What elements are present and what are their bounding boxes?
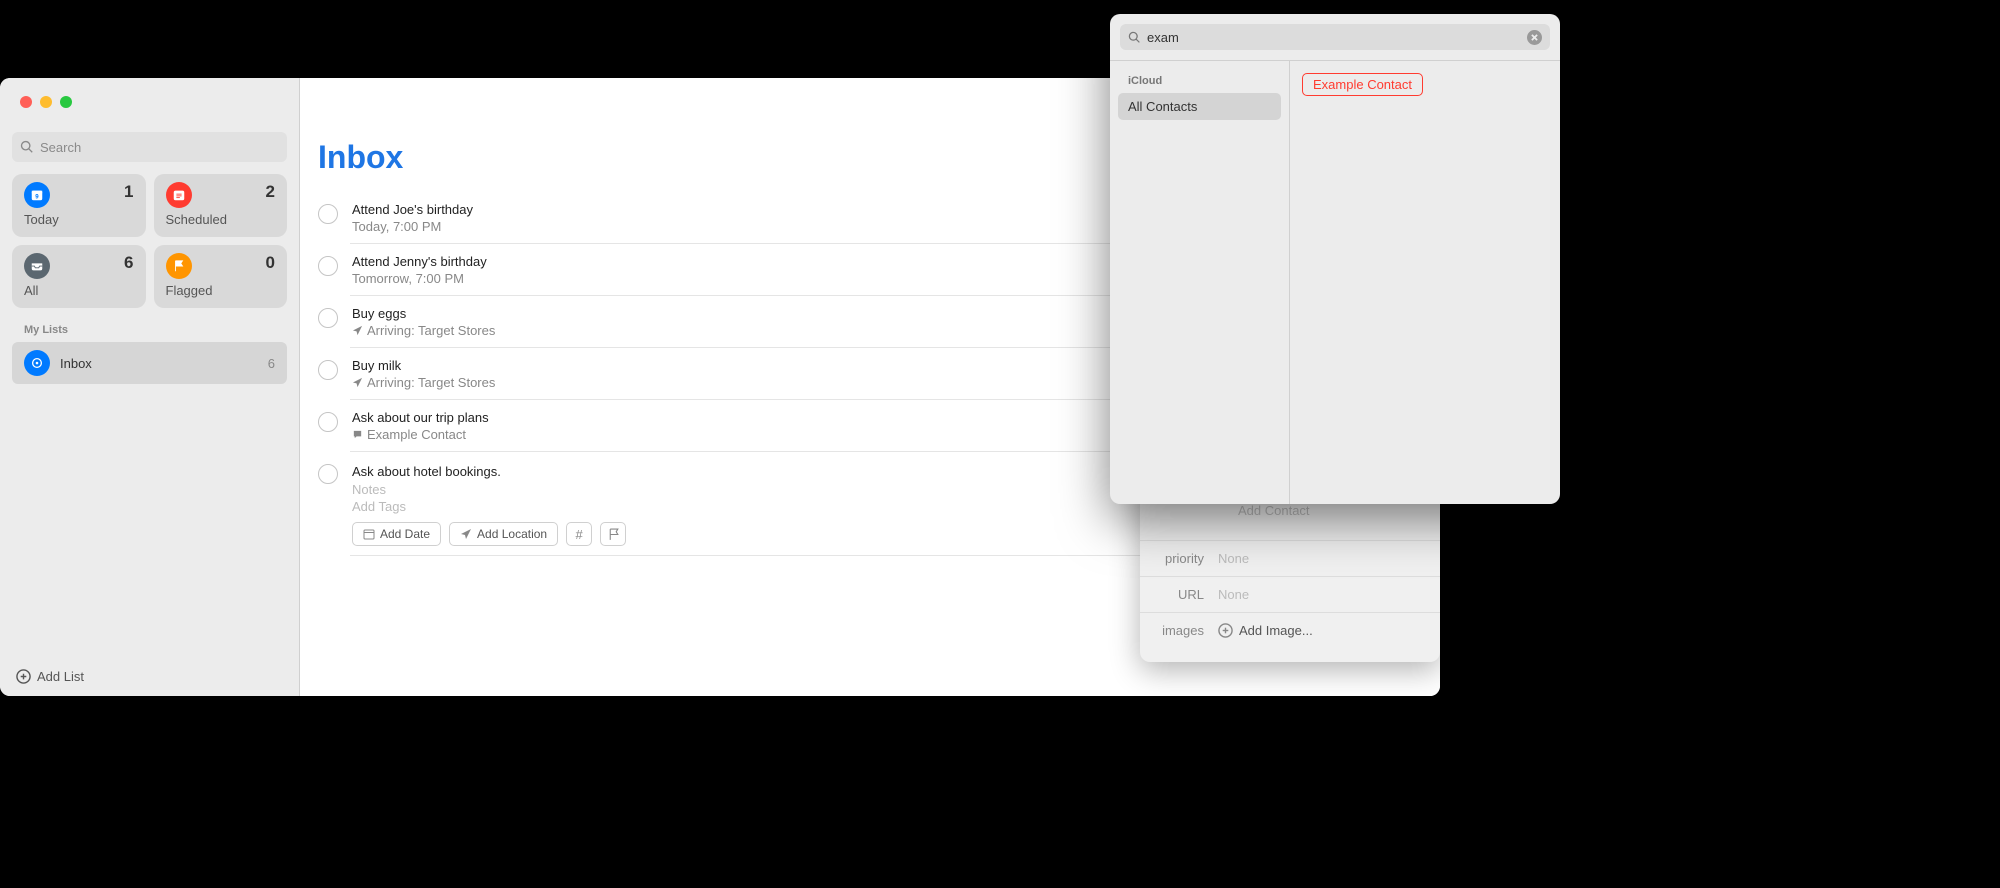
list-inbox-name: Inbox <box>60 356 268 371</box>
smart-all-label: All <box>24 283 134 298</box>
url-row[interactable]: URL None <box>1140 577 1440 613</box>
complete-radio[interactable] <box>318 256 338 276</box>
my-lists-header: My Lists <box>0 308 299 342</box>
svg-text:9: 9 <box>35 194 39 201</box>
complete-radio[interactable] <box>318 360 338 380</box>
list-inbox-icon <box>24 350 50 376</box>
tray-all-icon <box>24 253 50 279</box>
smart-today-count: 1 <box>124 182 133 202</box>
contacts-search-input[interactable] <box>1147 30 1521 45</box>
reminder-location-text: Arriving: Target Stores <box>367 323 495 338</box>
speech-bubble-icon <box>352 429 363 440</box>
plus-circle-icon <box>1218 623 1233 638</box>
location-arrow-icon <box>460 528 472 540</box>
sidebar-search[interactable] <box>12 132 287 162</box>
flag-icon <box>166 253 192 279</box>
smart-all[interactable]: 6 All <box>12 245 146 308</box>
url-value[interactable]: None <box>1218 587 1249 602</box>
images-label: images <box>1154 623 1204 638</box>
sidebar-search-input[interactable] <box>40 140 279 155</box>
smart-scheduled-count: 2 <box>266 182 275 202</box>
location-arrow-icon <box>352 325 363 336</box>
maximize-window-button[interactable] <box>60 96 72 108</box>
location-arrow-icon <box>352 377 363 388</box>
hash-icon: # <box>575 527 582 542</box>
contacts-all-contacts[interactable]: All Contacts <box>1118 93 1281 120</box>
reminder-person-text: Example Contact <box>367 427 466 442</box>
flag-outline-icon <box>607 528 620 541</box>
complete-radio[interactable] <box>318 308 338 328</box>
smart-lists: 9 1 Today 2 Scheduled <box>0 174 299 308</box>
add-contact-placeholder[interactable]: Add Contact <box>1218 503 1440 528</box>
minimize-window-button[interactable] <box>40 96 52 108</box>
x-icon <box>1531 34 1538 41</box>
contacts-body: iCloud All Contacts Example Contact <box>1110 60 1560 504</box>
list-title: Inbox <box>318 139 403 176</box>
contacts-groups: iCloud All Contacts <box>1110 61 1290 504</box>
smart-today-label: Today <box>24 212 134 227</box>
add-date-label: Add Date <box>380 527 430 541</box>
add-image-button[interactable]: Add Image... <box>1218 623 1313 638</box>
add-tag-button[interactable]: # <box>566 522 592 546</box>
add-location-button[interactable]: Add Location <box>449 522 558 546</box>
complete-radio[interactable] <box>318 204 338 224</box>
add-location-label: Add Location <box>477 527 547 541</box>
plus-circle-icon <box>16 669 31 684</box>
contacts-section-icloud: iCloud <box>1118 71 1281 91</box>
reminder-title[interactable]: Ask about hotel bookings. <box>352 464 501 479</box>
clear-search-button[interactable] <box>1527 30 1542 45</box>
sidebar: 9 1 Today 2 Scheduled <box>0 78 300 696</box>
search-icon <box>1128 31 1141 44</box>
add-list-button[interactable]: Add List <box>0 657 299 696</box>
smart-scheduled[interactable]: 2 Scheduled <box>154 174 288 237</box>
sidebar-list-inbox[interactable]: Inbox 6 <box>12 342 287 384</box>
calendar-today-icon: 9 <box>24 182 50 208</box>
contact-result-item[interactable]: Example Contact <box>1302 73 1423 96</box>
contacts-results: Example Contact <box>1290 61 1560 504</box>
calendar-icon <box>363 528 375 540</box>
smart-flagged[interactable]: 0 Flagged <box>154 245 288 308</box>
search-icon <box>20 140 34 154</box>
close-window-button[interactable] <box>20 96 32 108</box>
calendar-scheduled-icon <box>166 182 192 208</box>
smart-flagged-label: Flagged <box>166 283 276 298</box>
smart-scheduled-label: Scheduled <box>166 212 276 227</box>
smart-all-count: 6 <box>124 253 133 273</box>
add-image-label: Add Image... <box>1239 623 1313 638</box>
priority-row[interactable]: priority None <box>1140 541 1440 577</box>
window-controls <box>0 78 299 108</box>
add-list-label: Add List <box>37 669 84 684</box>
contacts-picker-popup: iCloud All Contacts Example Contact <box>1110 14 1560 504</box>
reminder-location-text: Arriving: Target Stores <box>367 375 495 390</box>
priority-value: None <box>1218 551 1249 566</box>
add-date-button[interactable]: Add Date <box>352 522 441 546</box>
url-label: URL <box>1154 587 1204 602</box>
smart-flagged-count: 0 <box>266 253 275 273</box>
list-inbox-count: 6 <box>268 356 275 371</box>
contacts-search[interactable] <box>1120 24 1550 50</box>
priority-label: priority <box>1154 551 1204 566</box>
images-row: images Add Image... <box>1140 613 1440 648</box>
add-flag-button[interactable] <box>600 522 626 546</box>
smart-today[interactable]: 9 1 Today <box>12 174 146 237</box>
complete-radio[interactable] <box>318 412 338 432</box>
complete-radio[interactable] <box>318 464 338 484</box>
